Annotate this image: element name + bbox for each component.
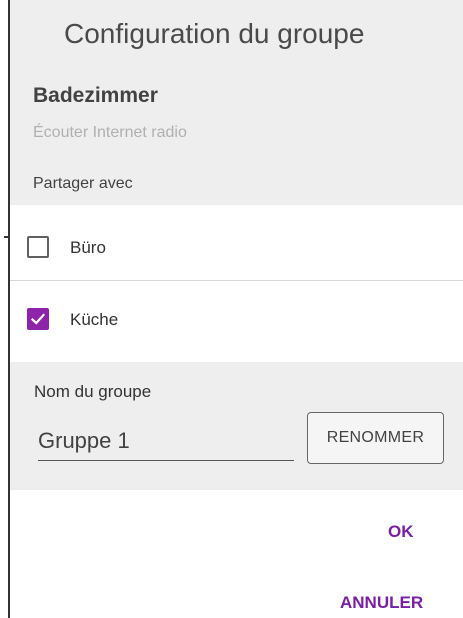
window-edge-tick [4, 236, 8, 238]
share-option-buero[interactable]: Büro [10, 205, 463, 281]
share-with-label: Partager avec [33, 175, 133, 192]
dialog-title: Configuration du groupe [64, 18, 365, 49]
checkmark-icon [30, 313, 46, 325]
share-option-kueche[interactable]: Küche [10, 285, 463, 360]
dialog-header: Configuration du groupe Badezimmer Écout… [10, 0, 463, 205]
group-config-dialog: Configuration du groupe Badezimmer Écout… [10, 0, 463, 618]
group-name-label: Nom du groupe [34, 382, 152, 401]
zone-name: Badezimmer [33, 84, 158, 107]
share-option-label: Büro [70, 238, 106, 257]
group-name-section: Nom du groupe RENOMMER [10, 362, 463, 490]
share-option-label: Küche [70, 310, 119, 329]
ok-button[interactable]: OK [388, 522, 414, 542]
checkbox-unchecked[interactable] [27, 236, 49, 258]
checkbox-checked[interactable] [27, 308, 49, 330]
group-name-input[interactable] [38, 424, 294, 461]
zone-subtitle: Écouter Internet radio [33, 124, 187, 141]
rename-button[interactable]: RENOMMER [307, 412, 444, 464]
cancel-button[interactable]: ANNULER [340, 593, 423, 613]
